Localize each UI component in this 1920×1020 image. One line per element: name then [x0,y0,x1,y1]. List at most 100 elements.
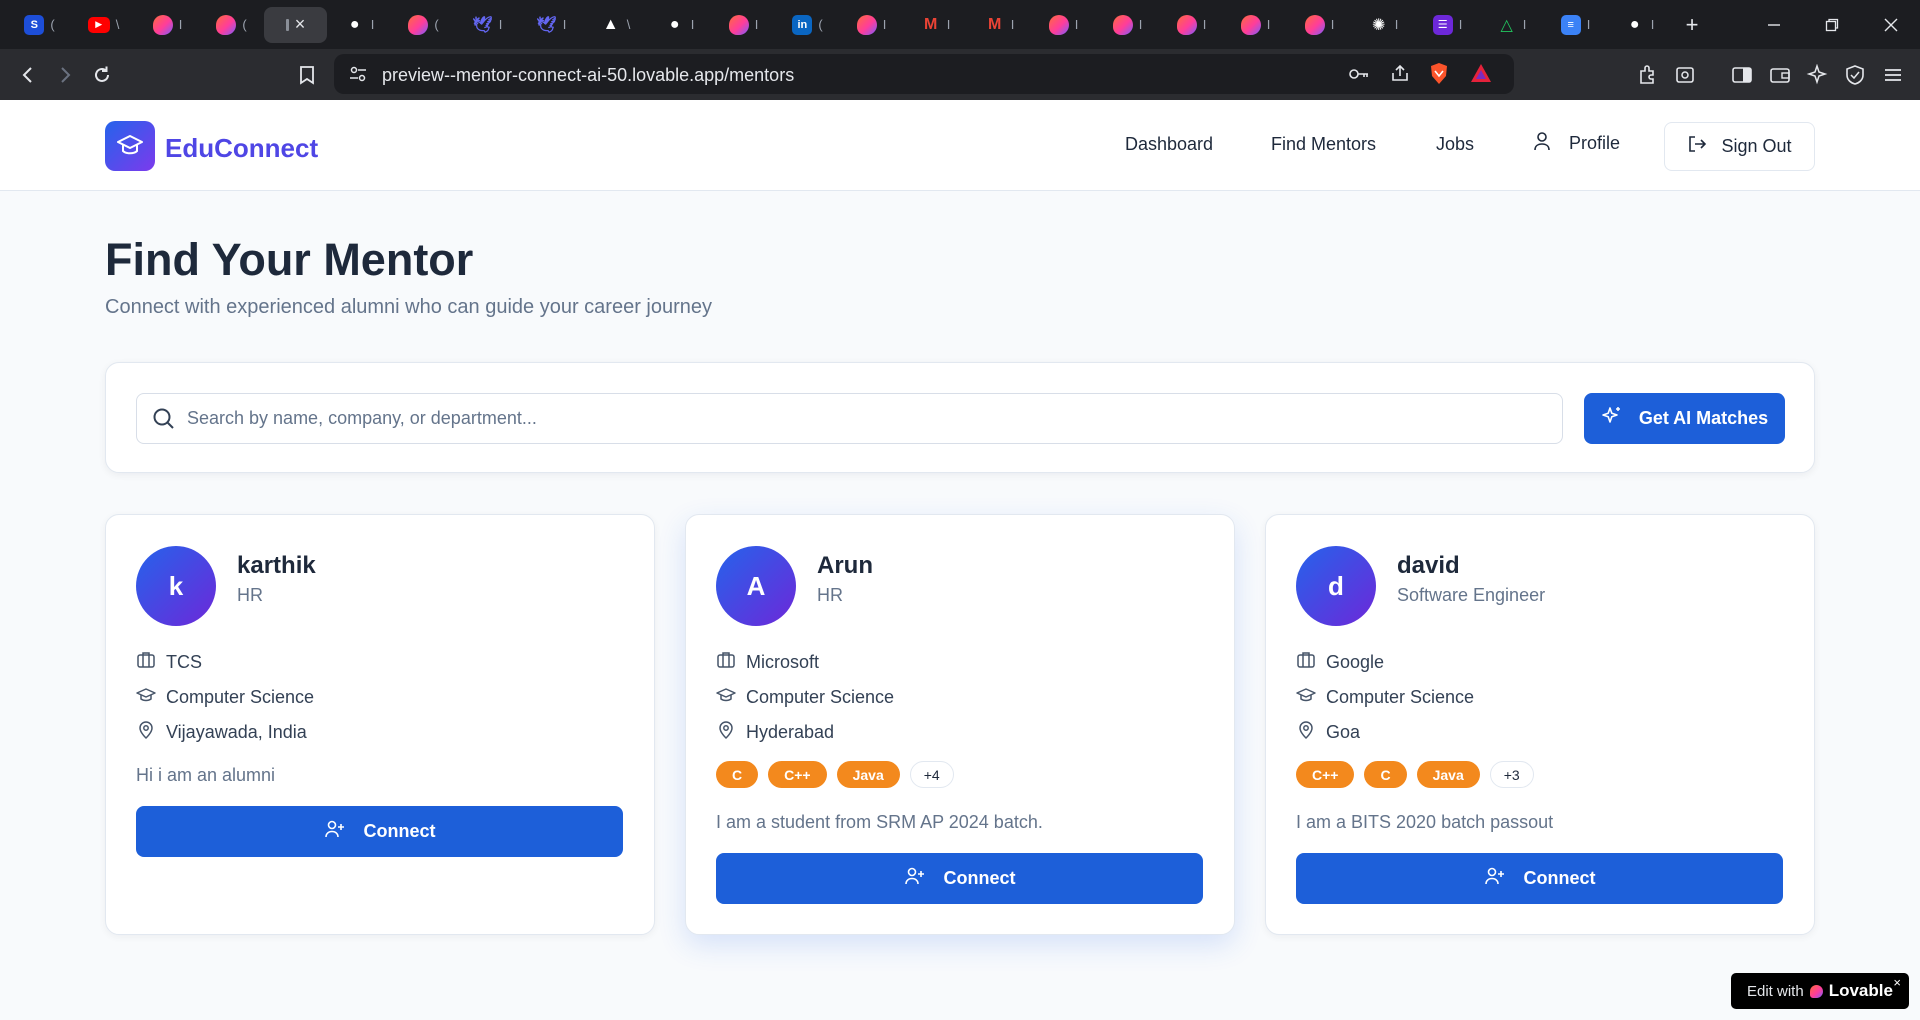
graduation-cap-icon[interactable] [105,121,155,171]
tab-title-fragment: \ [115,17,120,32]
search-input[interactable] [187,394,1547,443]
browser-tab[interactable]: I [1032,7,1095,43]
building-icon [1296,650,1316,675]
more-skills-badge[interactable]: +3 [1489,761,1534,788]
skill-chip: Java [836,761,900,788]
get-ai-matches-button[interactable]: Get AI Matches [1584,393,1785,444]
mentor-role: HR [237,585,263,605]
browser-tab[interactable]: in ( [776,7,839,43]
menu-icon[interactable] [1873,49,1913,100]
vpn-icon[interactable] [1835,49,1875,100]
password-key-icon[interactable] [1348,64,1370,89]
mentor-department: Computer Science [716,685,894,710]
browser-tab[interactable]: 🕊 I [520,7,583,43]
browser-tab[interactable]: I [1288,7,1351,43]
connect-button[interactable]: Connect [1296,853,1783,904]
browser-tab[interactable]: I [712,7,775,43]
browser-tab[interactable]: ● I [648,7,711,43]
browser-tab[interactable]: 🕊 I [456,7,519,43]
browser-tab[interactable]: I [1096,7,1159,43]
tab-title-fragment: I [1266,17,1271,32]
tab-title-fragment: I [882,17,887,32]
brave-rewards-icon[interactable] [1470,63,1492,88]
mentor-role: HR [817,585,843,605]
tab-close-icon[interactable]: × [295,14,306,35]
browser-tab[interactable]: I [136,7,199,43]
connect-button[interactable]: Connect [136,806,623,857]
user-icon [1533,131,1551,156]
browser-tab[interactable]: ● I [1608,7,1671,43]
minimize-icon[interactable] [1745,0,1803,49]
browser-tab[interactable]: ( [392,7,455,43]
window-close-icon[interactable] [1862,0,1920,49]
address-bar[interactable]: preview--mentor-connect-ai-50.lovable.ap… [334,54,1514,94]
browser-tab[interactable]: ▲ \ [584,7,647,43]
edit-with-lovable-badge[interactable]: Edit with Lovable × [1731,973,1909,1009]
browser-tab[interactable]: ▶ \ [72,7,135,43]
reload-icon[interactable] [82,49,122,100]
leo-ai-icon[interactable] [1797,49,1837,100]
mentor-bio: Hi i am an alumni [136,765,276,785]
nav-find-mentors[interactable]: Find Mentors [1271,134,1376,155]
badge-close-icon[interactable]: × [1893,975,1901,990]
restore-icon[interactable] [1803,0,1861,49]
search-field[interactable] [136,393,1563,444]
tab-title-fragment: I [1522,17,1527,32]
browser-tab[interactable]: ☰ I [1416,7,1479,43]
browser-tab[interactable]: × [264,6,327,43]
url-text[interactable]: preview--mentor-connect-ai-50.lovable.ap… [382,65,794,86]
page-subtitle: Connect with experienced alumni who can … [105,296,713,318]
lovable-icon [216,14,237,35]
extensions-icon[interactable] [1628,49,1668,100]
tab-title-fragment: I [370,17,375,32]
browser-tab[interactable]: I [1224,7,1287,43]
linkedin-icon: in [792,14,813,35]
bookmark-icon[interactable] [287,49,327,100]
browser-tab-strip: S(▶ \ I(× ● I(🕊 I 🕊 I ▲ \ ● I Iin(I M I M I I I I I I ✺ I ☰ I △ I ≡ I… [0,0,1920,49]
share-icon[interactable] [1390,63,1410,88]
back-icon[interactable] [8,49,48,100]
browser-tab[interactable]: ( [200,7,263,43]
mentor-location: Vijayawada, India [136,720,307,745]
reading-mode-icon[interactable] [1665,49,1705,100]
browser-tab[interactable]: MI [904,7,967,43]
skill-chip: C++ [1296,761,1355,788]
sidebar-icon[interactable] [1722,49,1762,100]
nav-dashboard[interactable]: Dashboard [1125,134,1213,155]
wallet-icon[interactable] [1760,49,1800,100]
sign-out-button[interactable]: Sign Out [1664,122,1815,171]
tab-title-fragment: I [1394,17,1399,32]
browser-tab[interactable]: I [840,7,903,43]
browser-tab[interactable]: MI [968,7,1031,43]
lovable-icon [1112,14,1133,35]
browser-tab[interactable]: S( [8,7,71,43]
lovable-icon [1176,14,1197,35]
more-skills-badge[interactable]: +4 [909,761,954,788]
badge-brand: Lovable [1828,981,1893,1000]
location-label: Goa [1326,722,1361,742]
lovable-icon [408,14,429,35]
user-plus-icon [1484,866,1506,891]
brave-shield-icon[interactable] [1428,62,1450,91]
lovable-icon [856,14,877,35]
new-tab-button[interactable]: + [1672,7,1712,43]
tab-list: S(▶ \ I(× ● I(🕊 I 🕊 I ▲ \ ● I Iin(I M I M I I I I I I ✺ I ☰ I △ I ≡ I… [0,6,1672,43]
browser-tab[interactable]: △ I [1480,7,1543,43]
forward-icon[interactable] [45,49,85,100]
nav-profile[interactable]: Profile [1533,131,1620,156]
connect-button[interactable]: Connect [716,853,1203,904]
brand-name[interactable]: EduConnect [165,133,318,164]
nav-jobs[interactable]: Jobs [1436,134,1474,155]
browser-tab[interactable]: ✺ I [1352,7,1415,43]
browser-tab[interactable]: ● I [328,7,391,43]
site-settings-icon[interactable] [348,64,368,89]
building-icon [716,650,736,675]
tab-title-fragment: I [1138,17,1143,32]
s-app-icon: S [24,14,45,35]
browser-tab[interactable]: I [1160,7,1223,43]
get-ai-matches-label: Get AI Matches [1638,408,1769,428]
tab-title-fragment: ( [50,17,55,32]
lovable-icon [1048,14,1069,35]
browser-tab[interactable]: ≡ I [1544,7,1607,43]
mentor-name: Arun [817,552,873,579]
